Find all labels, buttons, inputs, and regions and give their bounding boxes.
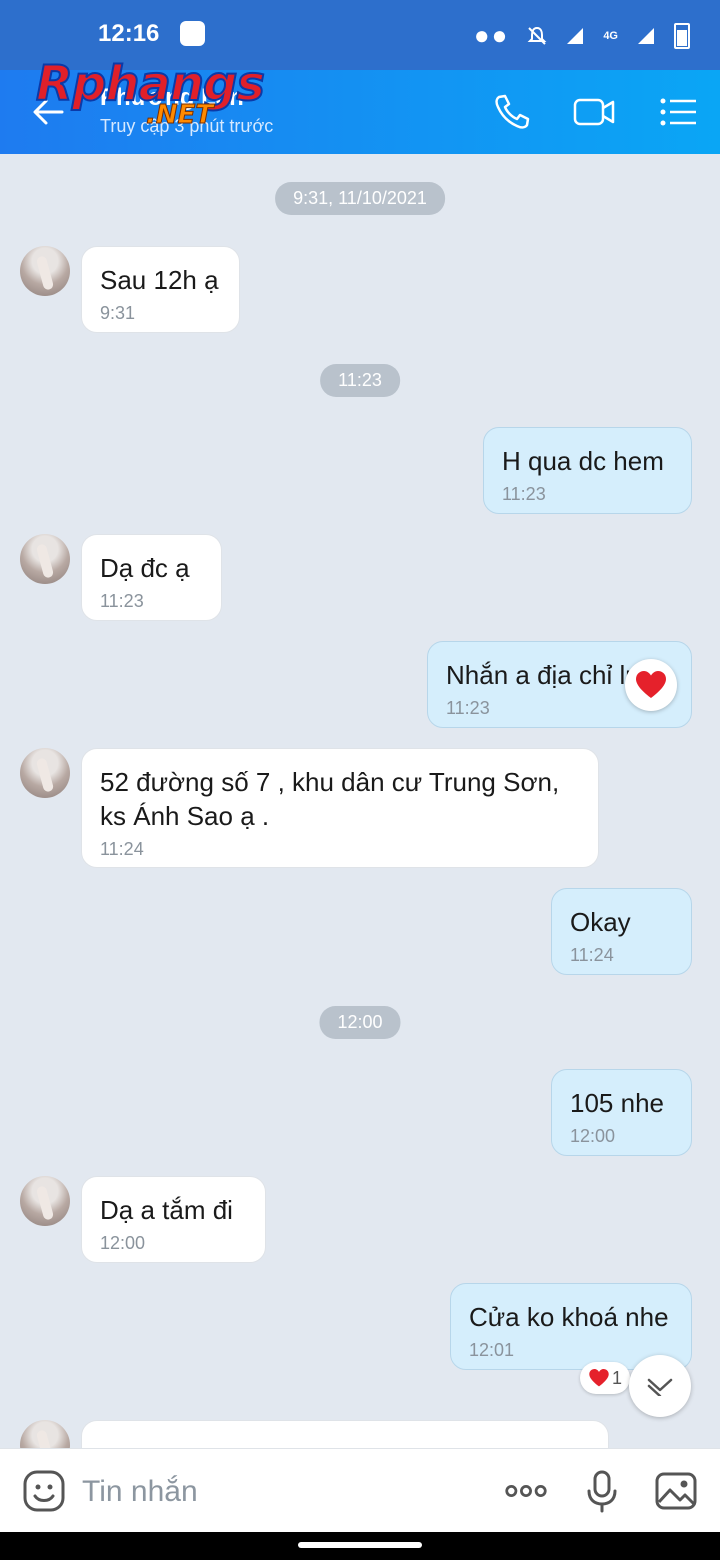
message-text: 105 nhe xyxy=(570,1088,664,1118)
message-text: Cửa ko khoá nhe xyxy=(469,1302,669,1332)
heart-icon xyxy=(589,1368,609,1387)
message-time: 12:01 xyxy=(469,1340,515,1360)
reaction-badge[interactable]: 1 xyxy=(580,1362,631,1394)
message-time: 11:24 xyxy=(100,839,144,859)
sticker-icon[interactable] xyxy=(22,1469,66,1513)
message-time: 12:00 xyxy=(570,1126,616,1146)
phone-icon[interactable] xyxy=(490,90,534,134)
message-composer xyxy=(0,1448,720,1533)
reaction-count: 1 xyxy=(612,1367,623,1388)
message-text: Dạ a tắm đi xyxy=(100,1195,233,1225)
more-notifications-icon: ●● xyxy=(473,20,510,50)
message-time: 11:23 xyxy=(502,484,546,504)
chevron-down-icon xyxy=(647,1378,673,1396)
avatar[interactable] xyxy=(20,246,70,296)
signal-icon-2 xyxy=(638,27,654,44)
status-icons: ●● 4G xyxy=(474,20,690,51)
message-bubble-in[interactable]: Sau 12h ạ 9:31 xyxy=(81,246,240,333)
contact-status: Truy cập 3 phút trước xyxy=(100,116,274,136)
message-text: 52 đường số 7 , khu dân cư Trung Sơn, ks… xyxy=(100,767,560,831)
reaction-button[interactable] xyxy=(625,659,677,711)
back-arrow-icon[interactable] xyxy=(28,92,68,132)
image-icon[interactable] xyxy=(654,1469,698,1513)
contact-name[interactable]: Phương Lan xyxy=(100,84,244,112)
heart-icon xyxy=(636,671,666,698)
message-text: Okay xyxy=(570,907,631,937)
time-separator: 12:00 xyxy=(319,1006,401,1039)
message-bubble-out[interactable]: 105 nhe 12:00 xyxy=(551,1069,692,1156)
notification-icon xyxy=(180,21,205,46)
message-bubble-in[interactable]: 52 đường số 7 , khu dân cư Trung Sơn, ks… xyxy=(81,748,599,868)
avatar[interactable] xyxy=(20,1176,70,1226)
message-bubble-in-partial[interactable] xyxy=(81,1420,609,1448)
avatar[interactable] xyxy=(20,748,70,798)
time-separator: 11:23 xyxy=(320,364,400,397)
message-time: 11:23 xyxy=(100,591,144,611)
chat-header: Phương Lan Truy cập 3 phút trước Rphangs… xyxy=(0,55,720,154)
message-bubble-in[interactable]: Dạ a tắm đi 12:00 xyxy=(81,1176,266,1263)
mute-bell-icon xyxy=(527,26,547,45)
chat-area[interactable]: 9:31, 11/10/2021 Sau 12h ạ 9:31 11:23 H … xyxy=(0,154,720,1448)
message-time: 9:31 xyxy=(100,303,136,323)
message-text: Sau 12h ạ xyxy=(100,265,219,295)
avatar[interactable] xyxy=(20,534,70,584)
more-icon[interactable] xyxy=(504,1469,548,1513)
message-input[interactable] xyxy=(80,1469,464,1515)
home-gesture-bar[interactable] xyxy=(298,1542,422,1548)
message-time: 12:00 xyxy=(100,1233,146,1253)
message-bubble-out[interactable]: Okay 11:24 xyxy=(551,888,692,975)
status-bar: 12:16 ●● 4G xyxy=(0,0,720,70)
video-call-icon[interactable] xyxy=(572,90,616,134)
message-time: 11:24 xyxy=(570,945,614,965)
battery-icon xyxy=(674,22,690,49)
message-text: Dạ đc ạ xyxy=(100,553,190,583)
time-separator: 9:31, 11/10/2021 xyxy=(275,182,445,215)
message-text: H qua dc hem xyxy=(502,446,664,476)
message-bubble-out[interactable]: H qua dc hem 11:23 xyxy=(483,427,692,514)
mic-icon[interactable] xyxy=(580,1469,624,1513)
system-nav-bar xyxy=(0,1532,720,1560)
status-time: 12:16 xyxy=(98,20,160,47)
message-bubble-in[interactable]: Dạ đc ạ 11:23 xyxy=(81,534,222,621)
network-type: 4G xyxy=(603,29,618,42)
menu-list-icon[interactable] xyxy=(656,90,700,134)
scroll-to-bottom-button[interactable] xyxy=(629,1355,691,1417)
avatar[interactable] xyxy=(20,1420,70,1448)
signal-icon xyxy=(567,27,584,44)
